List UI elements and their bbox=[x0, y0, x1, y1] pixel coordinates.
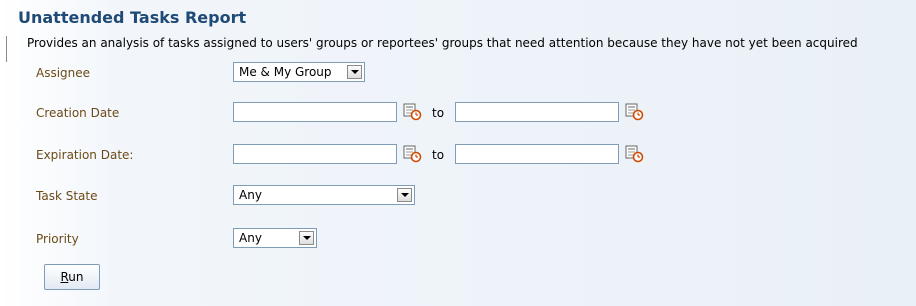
report-description: Provides an analysis of tasks assigned t… bbox=[27, 36, 858, 50]
expiration-date-from-input[interactable] bbox=[233, 144, 397, 164]
task-state-label: Task State bbox=[36, 189, 98, 203]
chevron-down-icon[interactable] bbox=[397, 188, 412, 202]
chevron-down-icon[interactable] bbox=[299, 231, 314, 245]
assignee-label: Assignee bbox=[36, 66, 91, 80]
expiration-date-to-input[interactable] bbox=[455, 144, 619, 164]
calendar-icon[interactable] bbox=[402, 143, 422, 163]
task-state-value: Any bbox=[239, 188, 262, 202]
task-state-select[interactable]: Any bbox=[233, 185, 415, 205]
run-button[interactable]: Run bbox=[44, 264, 100, 290]
chevron-down-icon[interactable] bbox=[347, 65, 362, 79]
calendar-icon[interactable] bbox=[402, 101, 422, 121]
run-label: un bbox=[68, 270, 84, 284]
assignee-select[interactable]: Me & My Group bbox=[233, 62, 365, 82]
expiration-date-label: Expiration Date: bbox=[36, 148, 134, 162]
page-title: Unattended Tasks Report bbox=[18, 8, 247, 27]
expiration-date-to-label: to bbox=[432, 148, 445, 162]
creation-date-to-input[interactable] bbox=[455, 102, 619, 122]
priority-value: Any bbox=[239, 231, 262, 245]
creation-date-from-input[interactable] bbox=[233, 102, 397, 122]
priority-label: Priority bbox=[36, 232, 79, 246]
report-panel: Unattended Tasks Report Provides an anal… bbox=[0, 0, 916, 306]
creation-date-to-label: to bbox=[432, 106, 445, 120]
calendar-icon[interactable] bbox=[624, 101, 644, 121]
calendar-icon[interactable] bbox=[624, 143, 644, 163]
assignee-value: Me & My Group bbox=[239, 65, 332, 79]
priority-select[interactable]: Any bbox=[233, 228, 317, 248]
divider bbox=[6, 36, 7, 62]
creation-date-label: Creation Date bbox=[36, 106, 120, 120]
